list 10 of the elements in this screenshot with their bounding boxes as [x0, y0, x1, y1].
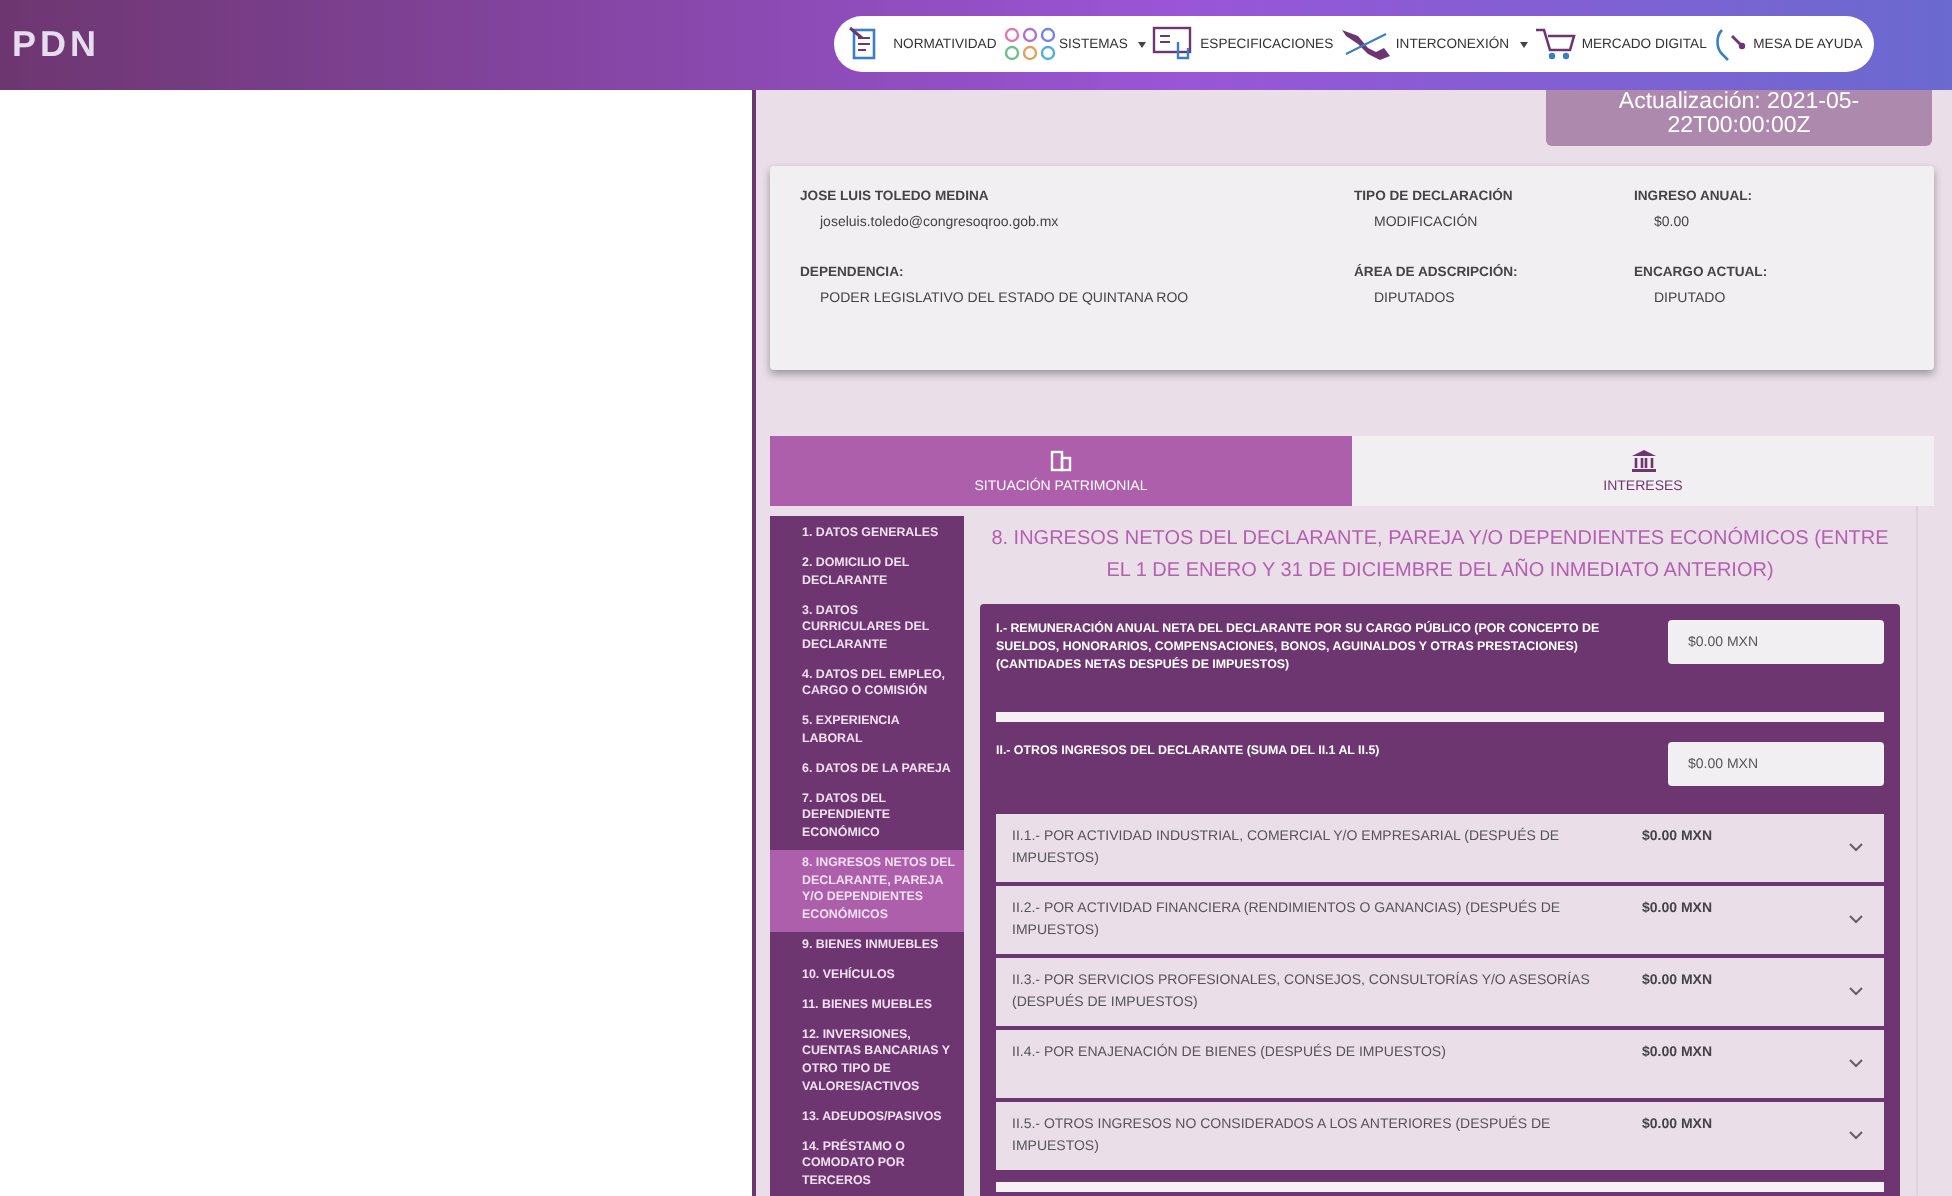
circles-icon — [1003, 26, 1055, 62]
caret-icon — [1137, 41, 1146, 47]
section-title: 8. INGRESOS NETOS DEL DECLARANTE, PAREJA Y/O DEPENDIENTES ECONÓMICOS (ENTRE EL 1 DE ENERO Y 31 DE DICIEMBRE DEL AÑO INMEDIATO ANTERIOR) — [989, 524, 1891, 586]
caret-icon — [1519, 41, 1528, 47]
cart-icon — [1533, 24, 1578, 64]
building-icon — [1050, 449, 1072, 471]
screen-pointer-icon — [1152, 26, 1197, 62]
bank-icon — [1631, 449, 1655, 471]
logo[interactable]: PDN — [12, 24, 101, 66]
update-badge: Actualización: 2021-05-22T00:00:00Z — [1546, 90, 1932, 146]
